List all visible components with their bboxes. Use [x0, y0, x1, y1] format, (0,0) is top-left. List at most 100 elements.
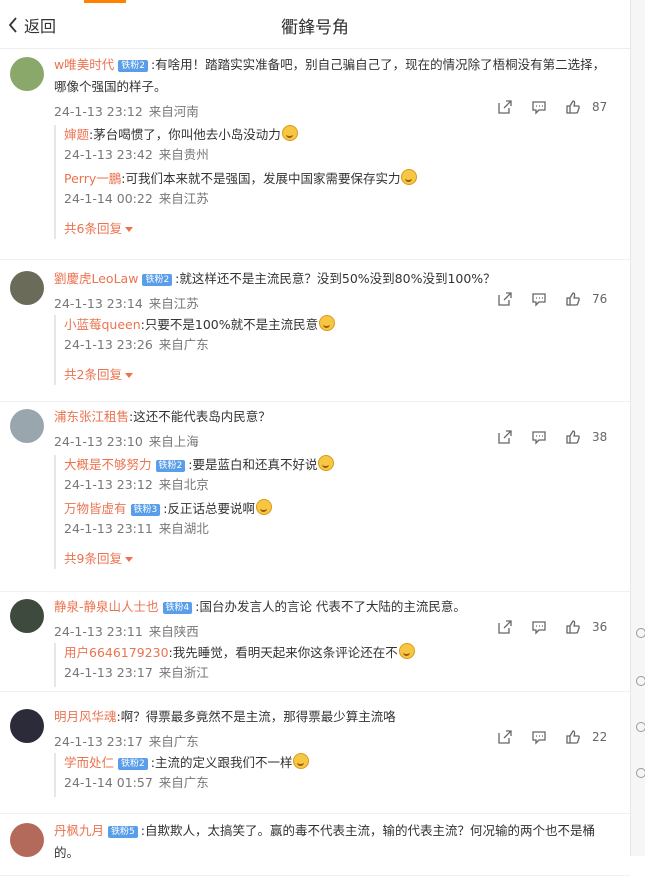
- user-name[interactable]: 丹枫九月: [54, 823, 104, 838]
- share-icon: [498, 620, 512, 634]
- side-scroll-gutter[interactable]: [630, 0, 645, 856]
- timestamp: 24-1-13 23:10: [54, 434, 143, 449]
- gutter-icon: [636, 722, 645, 732]
- reply-user-name[interactable]: 用户6646179230: [64, 645, 169, 660]
- reply-user-name[interactable]: 万物皆虚有: [64, 501, 127, 516]
- emoji-icon: [319, 315, 336, 331]
- like-count: 76: [592, 292, 608, 306]
- comment-actions: 87: [488, 99, 610, 115]
- reply-user-name[interactable]: Perry一鵬: [64, 171, 121, 186]
- reply-content: :只要不是100%就不是主流民意: [140, 317, 319, 332]
- timestamp: 24-1-13 23:17: [54, 734, 143, 749]
- reply-content: :要是蓝白和还真不好说: [188, 457, 318, 472]
- timestamp: 24-1-13 23:12: [54, 104, 143, 119]
- fan-badge: 铁粉4: [162, 602, 193, 614]
- reply-item: 婶题:茅台喝惯了，你叫他去小岛没动力 24-1-13 23:42 来自贵州: [64, 125, 624, 169]
- reply-button[interactable]: [522, 429, 556, 445]
- reply-text: 小蓝莓queen:只要不是100%就不是主流民意: [64, 315, 624, 335]
- timestamp: 24-1-13 23:17: [64, 665, 153, 680]
- share-icon: [498, 100, 512, 114]
- share-button[interactable]: [488, 99, 522, 115]
- user-name[interactable]: w唯美时代: [54, 57, 114, 72]
- reply-button[interactable]: [522, 99, 556, 115]
- like-button[interactable]: [556, 99, 590, 115]
- reply-user-name[interactable]: 大概是不够努力: [64, 457, 152, 472]
- user-name[interactable]: 浦东张江租售: [54, 409, 129, 424]
- timestamp: 24-1-13 23:11: [54, 624, 143, 639]
- avatar[interactable]: [10, 57, 44, 91]
- gutter-icon: [636, 676, 645, 686]
- location: 来自广东: [148, 734, 199, 749]
- share-button[interactable]: [488, 729, 522, 745]
- like-button[interactable]: [556, 291, 590, 307]
- emoji-icon: [318, 455, 335, 471]
- location: 来自河南: [148, 104, 199, 119]
- like-count: 36: [592, 620, 608, 634]
- reply-list: 婶题:茅台喝惯了，你叫他去小岛没动力 24-1-13 23:42 来自贵州 Perry…: [54, 125, 624, 239]
- avatar[interactable]: [10, 599, 44, 633]
- like-icon: [566, 620, 580, 634]
- like-count: 38: [592, 430, 608, 444]
- comment-icon: [532, 621, 546, 635]
- reply-meta: 24-1-13 23:12 来自北京: [64, 475, 624, 495]
- comment-actions: 36: [488, 619, 610, 635]
- timestamp: 24-1-13 23:14: [54, 296, 143, 311]
- location: 来自北京: [158, 477, 209, 492]
- more-replies-link[interactable]: 共6条回复: [64, 219, 624, 239]
- share-button[interactable]: [488, 429, 522, 445]
- like-icon: [566, 292, 580, 306]
- avatar[interactable]: [10, 409, 44, 443]
- share-button[interactable]: [488, 619, 522, 635]
- fan-badge: 铁粉2: [155, 460, 186, 472]
- comment-icon: [532, 431, 546, 445]
- reply-list: 小蓝莓queen:只要不是100%就不是主流民意 24-1-13 23:26 来自广…: [54, 315, 624, 385]
- like-button[interactable]: [556, 429, 590, 445]
- reply-meta: 24-1-13 23:11 来自湖北: [64, 519, 624, 539]
- reply-text: 用户6646179230:我先睡觉，看明天起来你这条评论还在不: [64, 643, 624, 663]
- reply-button[interactable]: [522, 291, 556, 307]
- share-button[interactable]: [488, 291, 522, 307]
- more-replies-link[interactable]: 共2条回复: [64, 365, 624, 385]
- reply-user-name[interactable]: 学而处仁: [64, 755, 114, 770]
- like-icon: [566, 100, 580, 114]
- reply-button[interactable]: [522, 619, 556, 635]
- timestamp: 24-1-14 01:57: [64, 775, 153, 790]
- avatar[interactable]: [10, 823, 44, 857]
- user-name[interactable]: 明月风华魂: [54, 709, 117, 724]
- user-name[interactable]: 劉慶虎LeoLaw: [54, 271, 138, 286]
- like-count: 22: [592, 730, 608, 744]
- comment-content: :国台办发言人的言论 代表不了大陆的主流民意。: [195, 599, 466, 614]
- reply-content: :可我们本来就不是强国，发展中国家需要保存实力: [121, 171, 401, 186]
- location: 来自广东: [158, 775, 209, 790]
- like-button[interactable]: [556, 729, 590, 745]
- avatar[interactable]: [10, 271, 44, 305]
- gutter-icon: [636, 628, 645, 638]
- reply-user-name[interactable]: 婶题: [64, 127, 89, 142]
- divider: [0, 813, 630, 814]
- tab-indicator: [84, 0, 126, 3]
- timestamp: 24-1-13 23:11: [64, 521, 153, 536]
- divider: [0, 591, 630, 592]
- fan-badge: 铁粉2: [142, 274, 173, 286]
- comment-icon: [532, 731, 546, 745]
- emoji-icon: [401, 169, 418, 185]
- user-name[interactable]: 静泉-静泉山人士也: [54, 599, 159, 614]
- timestamp: 24-1-13 23:12: [64, 477, 153, 492]
- reply-content: :主流的定义跟我们不一样: [150, 755, 293, 770]
- reply-item: 学而处仁 铁粉2:主流的定义跟我们不一样 24-1-14 01:57 来自广东: [64, 753, 624, 797]
- reply-user-name[interactable]: 小蓝莓queen: [64, 317, 141, 332]
- reply-item: 万物皆虚有 铁粉3:反正话总要说啊 24-1-13 23:11 来自湖北: [64, 499, 624, 543]
- like-icon: [566, 730, 580, 744]
- top-bar: 返回 衢鋒号角: [0, 0, 630, 49]
- comment-meta: 24-1-13 23:11 来自陕西: [54, 621, 199, 640]
- reply-meta: 24-1-13 23:42 来自贵州: [64, 145, 624, 165]
- avatar[interactable]: [10, 709, 44, 743]
- fan-badge: 铁粉5: [108, 826, 138, 838]
- reply-button[interactable]: [522, 729, 556, 745]
- reply-text: Perry一鵬:可我们本来就不是强国，发展中国家需要保存实力: [64, 169, 624, 189]
- reply-text: 婶题:茅台喝惯了，你叫他去小岛没动力: [64, 125, 624, 145]
- more-replies-link[interactable]: 共9条回复: [64, 549, 624, 569]
- like-button[interactable]: [556, 619, 590, 635]
- comment-text: 丹枫九月 铁粉5:自欺欺人，太搞笑了。赢的毒不代表主流，输的代表主流？何况输的两个…: [54, 820, 614, 864]
- reply-item: 大概是不够努力 铁粉2:要是蓝白和还真不好说 24-1-13 23:12 来自北京: [64, 455, 624, 499]
